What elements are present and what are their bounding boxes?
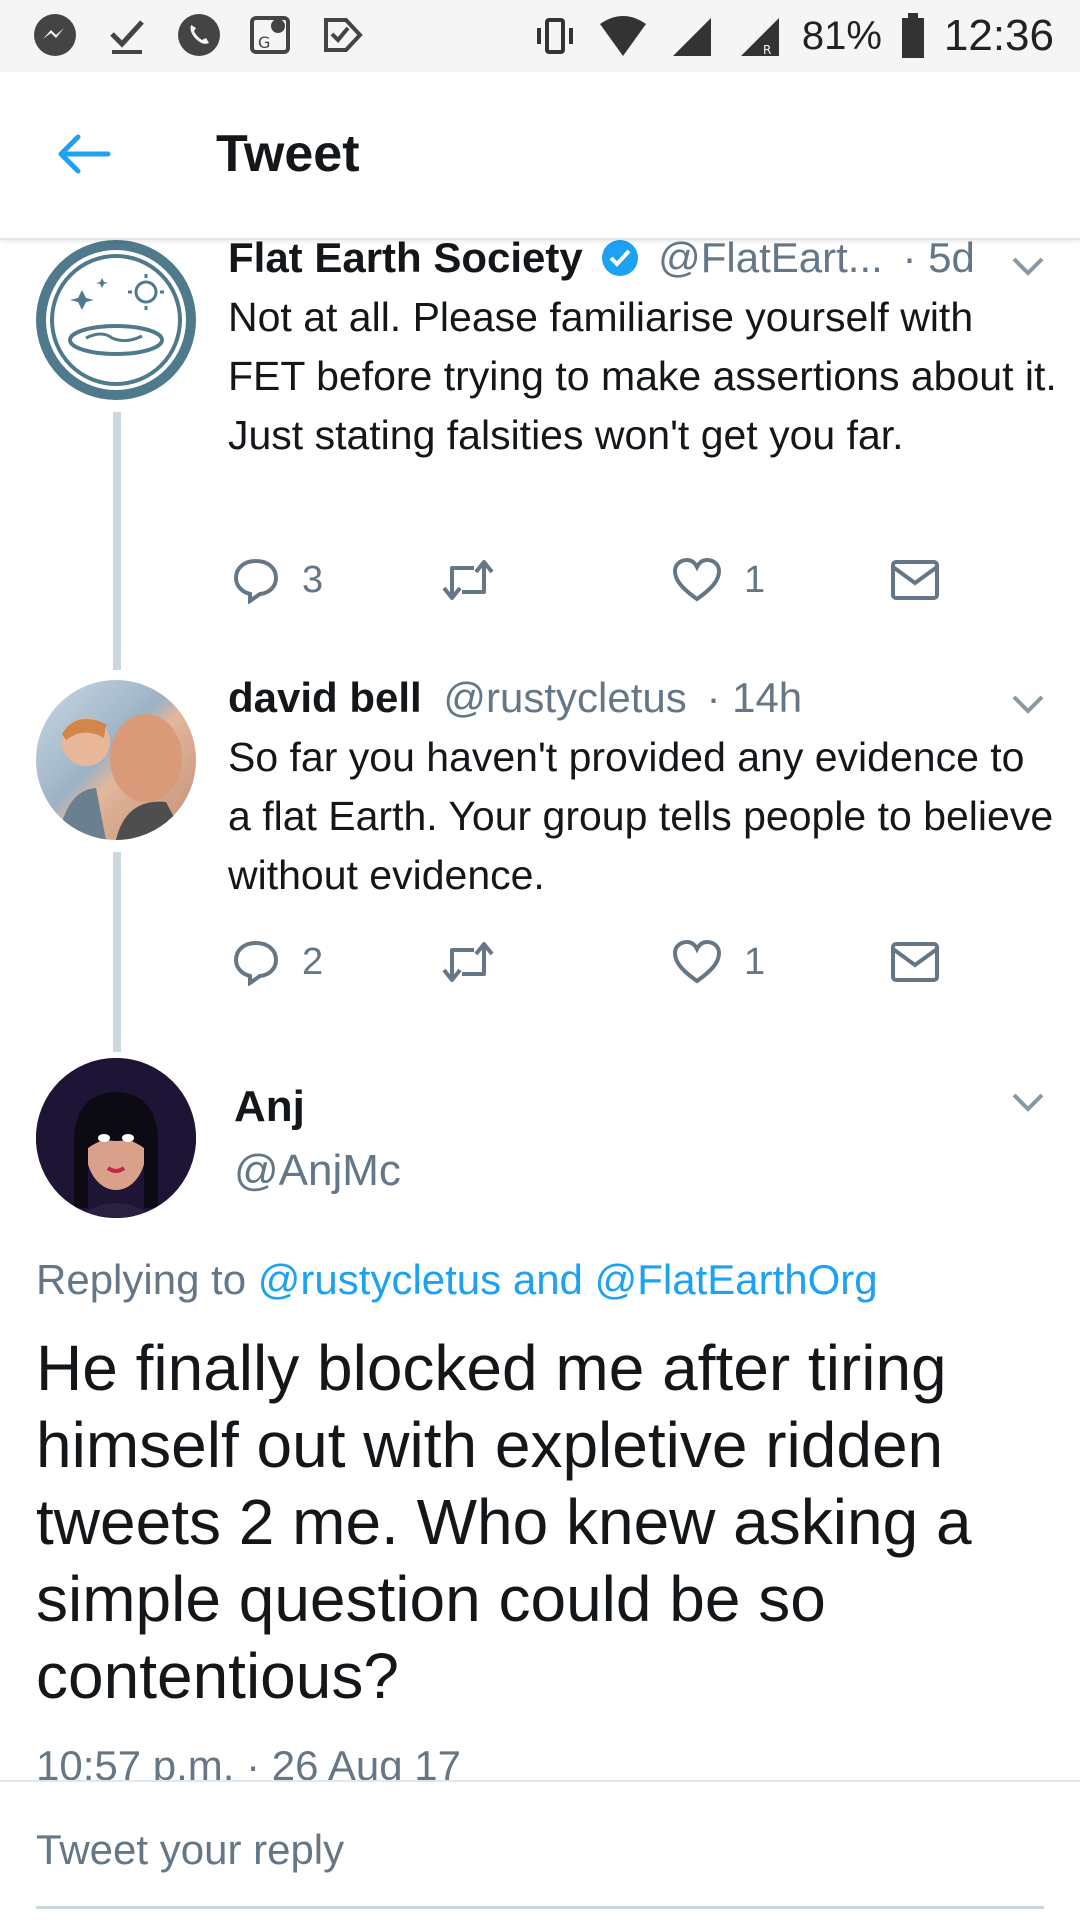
flat-earth-logo-icon bbox=[50, 254, 182, 386]
replying-label: Replying to bbox=[36, 1256, 258, 1303]
chevron-down-icon bbox=[1012, 1093, 1044, 1112]
vibrate-icon bbox=[530, 11, 580, 61]
author-name[interactable]: david bell bbox=[228, 674, 422, 721]
verified-badge-icon bbox=[602, 240, 639, 276]
wifi-icon bbox=[598, 11, 648, 61]
reply-bar: Tweet your reply bbox=[0, 1780, 1080, 1920]
app-header: Tweet bbox=[0, 72, 1080, 240]
tweet-menu-button[interactable] bbox=[1006, 244, 1050, 288]
tweet-menu-button[interactable] bbox=[1006, 682, 1050, 726]
reply-icon bbox=[233, 940, 279, 986]
check-icon bbox=[102, 10, 152, 60]
clock: 12:36 bbox=[943, 11, 1054, 60]
envelope-icon bbox=[891, 942, 939, 982]
reply-button[interactable]: 2 bbox=[232, 932, 323, 992]
notification-icons: G bbox=[30, 10, 368, 60]
reply-count: 2 bbox=[302, 940, 324, 983]
reply-button[interactable]: 3 bbox=[232, 550, 323, 610]
retweet-button[interactable] bbox=[440, 932, 518, 992]
svg-text:G: G bbox=[258, 33, 270, 52]
like-count: 1 bbox=[744, 940, 766, 983]
avatar[interactable] bbox=[36, 240, 196, 400]
avatar[interactable] bbox=[36, 680, 196, 840]
author-handle[interactable]: @AnjMc bbox=[234, 1146, 401, 1196]
tweet-menu-button[interactable] bbox=[1006, 1080, 1050, 1124]
author-handle[interactable]: @rustycletus bbox=[443, 674, 686, 721]
battery-percentage: 81% bbox=[801, 13, 882, 58]
heart-icon bbox=[672, 939, 722, 984]
tweet-text: He finally blocked me after tiring himse… bbox=[36, 1332, 972, 1712]
retweet-icon bbox=[442, 560, 494, 600]
retweet-button[interactable] bbox=[440, 550, 518, 610]
back-button[interactable] bbox=[52, 122, 116, 186]
tweet-text: So far you haven't provided any evidence… bbox=[228, 734, 1054, 898]
signal-roaming-icon: R bbox=[734, 11, 784, 61]
like-button[interactable]: 1 bbox=[672, 932, 765, 992]
system-indicators: R 81% 12:36 bbox=[530, 8, 1054, 64]
envelope-icon bbox=[891, 560, 939, 600]
thread-line bbox=[113, 412, 121, 670]
status-bar: G R 81% 12:36 bbox=[0, 0, 1080, 72]
battery-icon bbox=[900, 11, 926, 61]
phone-icon bbox=[174, 10, 224, 60]
tweet-timestamp: 10:57 p.m. · 26 Aug 17 bbox=[36, 1742, 461, 1780]
inbox-check-icon bbox=[318, 10, 368, 60]
like-count: 1 bbox=[744, 558, 766, 601]
tweet-time: · 5d bbox=[902, 234, 975, 281]
reply-count: 3 bbox=[302, 558, 324, 601]
tweet-header: Flat Earth Society @FlatEart... · 5d bbox=[228, 234, 975, 282]
heart-icon bbox=[672, 557, 722, 602]
author-handle[interactable]: @FlatEart... bbox=[658, 234, 883, 281]
maps-icon: G bbox=[246, 10, 296, 60]
direct-message-button[interactable] bbox=[890, 932, 940, 992]
arrow-left-icon bbox=[58, 134, 111, 174]
replying-and: and bbox=[501, 1256, 595, 1303]
author-name[interactable]: Flat Earth Society bbox=[228, 234, 583, 281]
reply-input-underline bbox=[36, 1906, 1044, 1909]
reply-input[interactable]: Tweet your reply bbox=[36, 1826, 344, 1874]
avatar[interactable] bbox=[36, 1058, 196, 1218]
chevron-down-icon bbox=[1012, 257, 1044, 276]
signal-icon bbox=[666, 11, 716, 61]
tweet-header: david bell @rustycletus · 14h bbox=[228, 674, 802, 722]
page-title: Tweet bbox=[216, 125, 360, 183]
profile-photo-icon bbox=[36, 1058, 196, 1218]
messenger-icon bbox=[30, 10, 80, 60]
thread-line bbox=[113, 852, 121, 1052]
tweet-time: · 14h bbox=[706, 674, 803, 721]
author-name[interactable]: Anj bbox=[234, 1082, 305, 1132]
tweet-text: Not at all. Please familiarise yourself … bbox=[228, 294, 1057, 458]
like-button[interactable]: 1 bbox=[672, 550, 765, 610]
tweet-actions: 2 1 bbox=[228, 932, 968, 992]
svg-text:R: R bbox=[763, 43, 771, 57]
tweet-actions: 3 1 bbox=[228, 550, 968, 610]
mention-link[interactable]: @FlatEarthOrg bbox=[595, 1256, 878, 1303]
replying-to: Replying to @rustycletus and @FlatEarthO… bbox=[36, 1256, 878, 1304]
chevron-down-icon bbox=[1012, 695, 1044, 714]
reply-icon bbox=[233, 558, 279, 604]
retweet-icon bbox=[442, 942, 494, 982]
profile-photo-icon bbox=[58, 714, 186, 840]
mention-link[interactable]: @rustycletus bbox=[258, 1256, 501, 1303]
direct-message-button[interactable] bbox=[890, 550, 940, 610]
